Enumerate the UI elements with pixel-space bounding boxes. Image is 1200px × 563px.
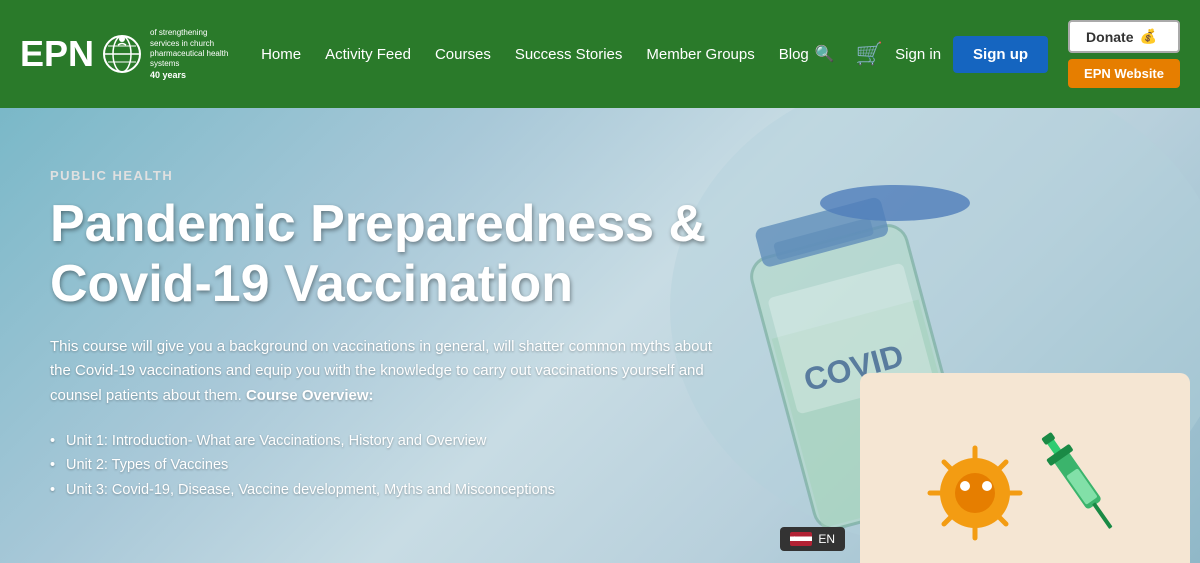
language-badge[interactable]: ★ EN	[780, 527, 845, 551]
site-header: EPN of strengtheningservices in churchph…	[0, 0, 1200, 108]
logo-years: 40 years	[150, 70, 230, 80]
course-overview-label: Course Overview:	[246, 387, 374, 404]
hero-section: COVID PUBLIC HEALTH Pandemic Preparednes…	[0, 108, 1200, 563]
logo-box[interactable]: EPN of strengtheningservices in churchph…	[20, 28, 230, 80]
list-item: Unit 2: Types of Vaccines	[50, 453, 730, 478]
donate-label: Donate	[1086, 29, 1133, 45]
nav-home[interactable]: Home	[251, 40, 311, 69]
nav-member-groups[interactable]: Member Groups	[636, 40, 764, 69]
hero-title: Pandemic Preparedness & Covid-19 Vaccina…	[50, 195, 730, 315]
signup-button[interactable]: Sign up	[953, 36, 1048, 73]
header-right: 🛒 Sign in Sign up Donate 💰 EPN Website	[856, 20, 1180, 88]
nav-blog-search: Blog 🔍	[769, 40, 835, 69]
nav-success-stories[interactable]: Success Stories	[505, 40, 633, 69]
nav-activity-feed[interactable]: Activity Feed	[315, 40, 421, 69]
logo-epn-text: EPN	[20, 36, 94, 72]
logo-area: EPN of strengtheningservices in churchph…	[20, 28, 230, 80]
cart-icon[interactable]: 🛒	[856, 41, 883, 67]
signin-link[interactable]: Sign in	[895, 46, 941, 63]
hero-category: PUBLIC HEALTH	[50, 168, 730, 183]
nav-blog[interactable]: Blog	[769, 40, 811, 69]
list-item: Unit 3: Covid-19, Disease, Vaccine devel…	[50, 478, 730, 503]
search-icon[interactable]: 🔍	[815, 44, 835, 64]
main-nav: Home Activity Feed Courses Success Stori…	[230, 40, 856, 69]
logo-globe-icon	[100, 32, 144, 76]
hero-description-text: This course will give you a background o…	[50, 338, 712, 405]
donate-icon: 💰	[1140, 28, 1157, 45]
course-card	[860, 373, 1190, 563]
language-code: EN	[818, 532, 835, 546]
logo-tagline: of strengtheningservices in churchpharma…	[150, 28, 230, 70]
nav-courses[interactable]: Courses	[425, 40, 501, 69]
hero-description: This course will give you a background o…	[50, 335, 730, 409]
list-item: Unit 1: Introduction- What are Vaccinati…	[50, 429, 730, 454]
hero-list: Unit 1: Introduction- What are Vaccinati…	[50, 429, 730, 503]
flag-icon: ★	[790, 532, 812, 546]
donate-area: Donate 💰 EPN Website	[1068, 20, 1180, 88]
donate-button[interactable]: Donate 💰	[1068, 20, 1180, 53]
hero-content: PUBLIC HEALTH Pandemic Preparedness & Co…	[0, 108, 780, 533]
epn-website-button[interactable]: EPN Website	[1068, 59, 1180, 88]
course-card-illustration	[875, 383, 1175, 563]
